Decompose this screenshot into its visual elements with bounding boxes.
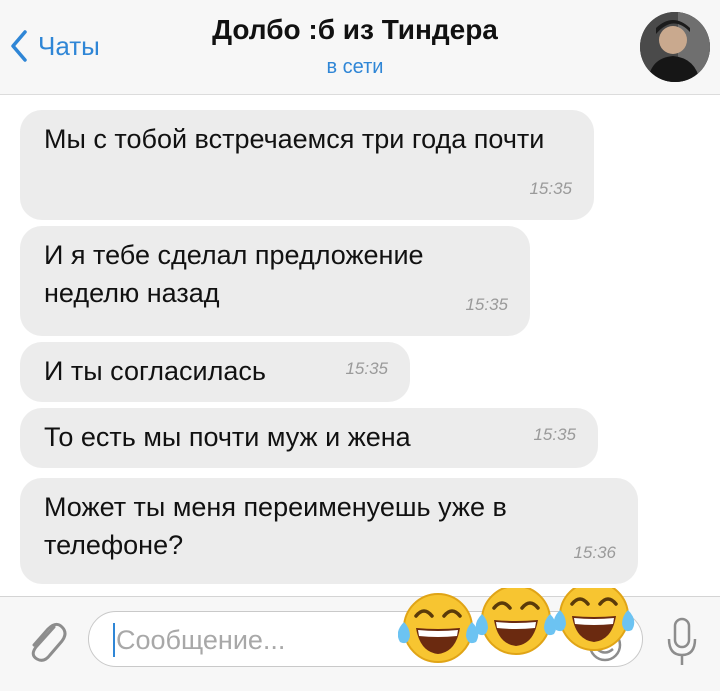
online-status: в сети: [326, 56, 384, 78]
message-text: И ты согласилась: [44, 356, 266, 386]
message-time: 15:36: [573, 543, 616, 562]
message-time: 15:35: [533, 425, 576, 444]
message-text: И я тебе сделал предложение неделю назад: [44, 240, 424, 308]
text-caret: [113, 623, 115, 657]
message-text: То есть мы почти муж и жена: [44, 422, 411, 452]
message-bubble[interactable]: То есть мы почти муж и жена 15:35: [20, 408, 598, 468]
message-list[interactable]: Мы с тобой встречаемся три года почти 15…: [0, 96, 720, 596]
message-time: 15:35: [345, 359, 388, 378]
chat-header: Чаты Долбо :б из Тиндера в сети: [0, 0, 720, 95]
tears-of-joy-emoji: [474, 588, 558, 656]
back-label: Чаты: [38, 30, 100, 61]
attach-button[interactable]: [22, 615, 70, 665]
microphone-icon: [667, 617, 697, 665]
message-bubble[interactable]: Мы с тобой встречаемся три года почти 15…: [20, 110, 594, 220]
message-time: 15:35: [529, 179, 572, 198]
avatar[interactable]: [640, 12, 710, 82]
message-bubble[interactable]: И я тебе сделал предложение неделю назад…: [20, 226, 530, 336]
laughing-emoji-overlay: [398, 588, 636, 664]
chevron-left-icon: [11, 30, 27, 62]
chat-title[interactable]: Долбо :б из Тиндера: [160, 14, 550, 46]
message-bubble[interactable]: И ты согласилась 15:35: [20, 342, 410, 402]
back-button[interactable]: Чаты: [10, 26, 100, 66]
message-text: Может ты меня переименуешь уже в телефон…: [44, 492, 507, 560]
message-time: 15:35: [465, 295, 508, 314]
message-text: Мы с тобой встречаемся три года почти: [44, 124, 545, 154]
tears-of-joy-emoji: [398, 592, 480, 664]
tears-of-joy-emoji: [552, 588, 636, 652]
input-placeholder: Сообщение...: [116, 625, 286, 655]
message-bubble[interactable]: Может ты меня переименуешь уже в телефон…: [20, 478, 638, 584]
paperclip-icon: [31, 622, 67, 662]
microphone-button[interactable]: [664, 615, 700, 669]
